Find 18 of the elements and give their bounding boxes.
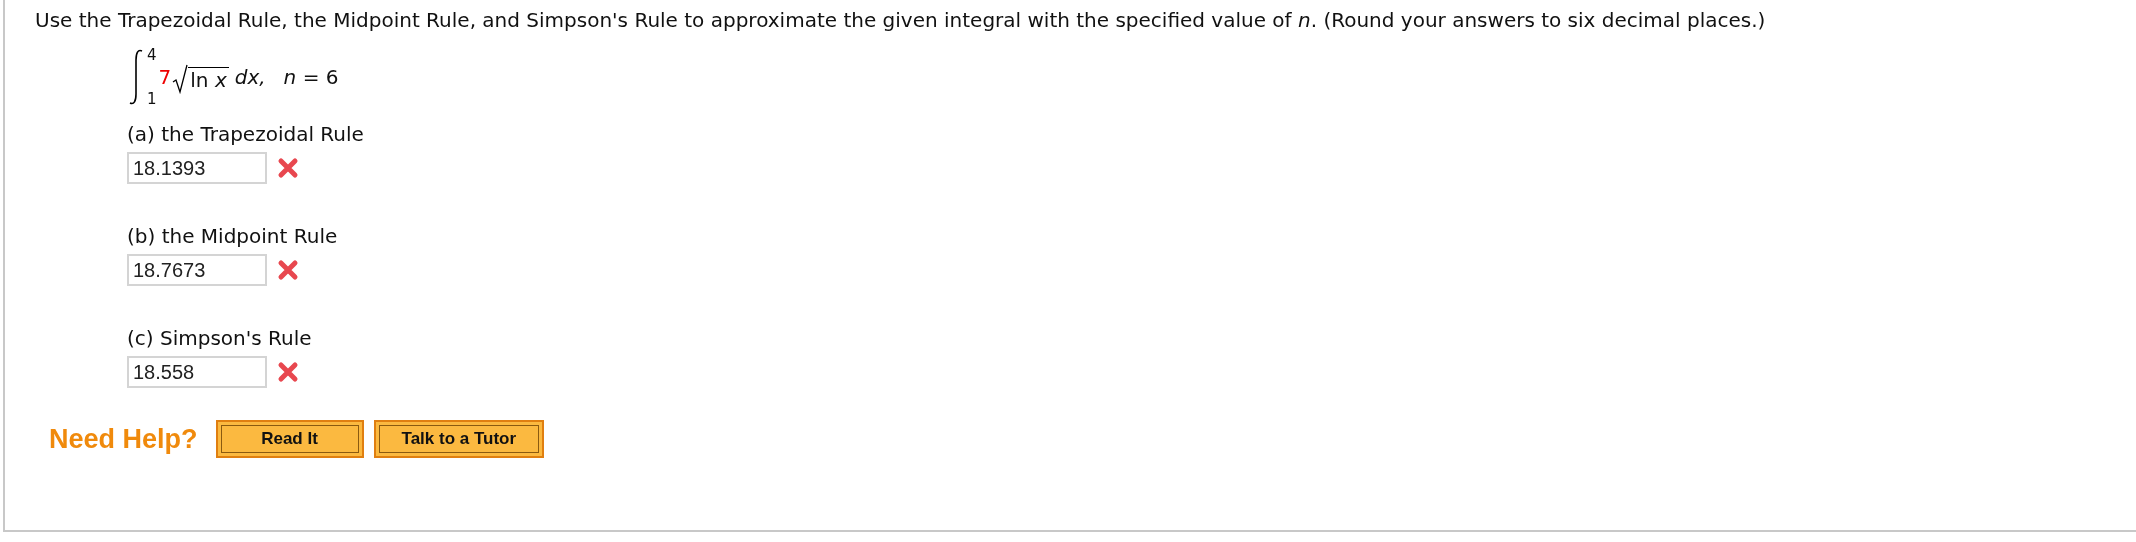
part-label: (a) the Trapezoidal Rule [127,121,365,148]
answer-field[interactable]: 18.1393 [127,152,267,184]
parameter: n = 6 [283,65,339,89]
help-button[interactable]: Read It [215,420,364,458]
radical-sign-icon [172,64,189,94]
coefficient: 7 [158,65,172,89]
integral-sign-icon [127,48,145,106]
instructions: Use the Trapezoidal Rule, the Midpoint Rule, and Simpson's Rule to approximate the given integral with the specified value of n. (Round your answers to six decimal places.) [35,7,1767,34]
part-label: (c) Simpson's Rule [127,325,313,352]
part-label: (b) the Midpoint Rule [127,223,339,250]
upper-limit: 4 [147,46,157,64]
help-button[interactable]: Talk to a Tutor [373,420,545,458]
lower-limit: 1 [147,90,157,108]
answer-field[interactable]: 18.7673 [127,254,267,286]
need-help-label: Need Help? [49,423,198,455]
answer-field[interactable]: 18.558 [127,356,267,388]
differential: dx, [234,65,266,89]
radicand: ln x [188,66,229,92]
